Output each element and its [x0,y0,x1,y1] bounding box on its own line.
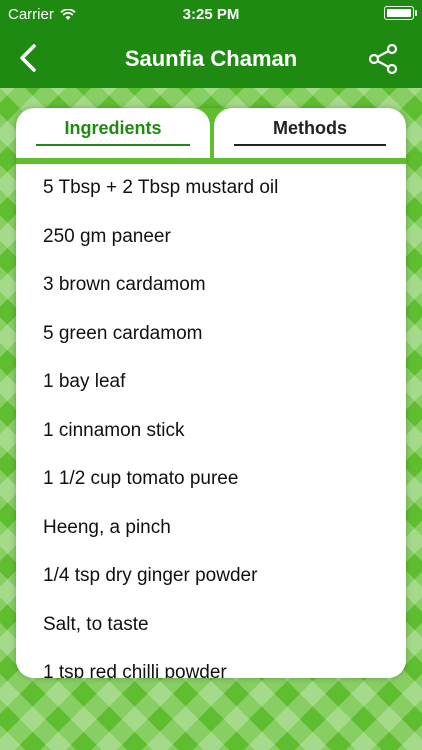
ingredient-list[interactable]: 5 Tbsp + 2 Tbsp mustard oil 250 gm panee… [16,164,406,678]
list-item: 1 bay leaf [43,371,126,393]
list-item: Heeng, a pinch [43,516,171,538]
list-item: 250 gm paneer [43,225,171,247]
tab-ingredients-underline [36,144,190,146]
list-item: 1/4 tsp dry ginger powder [43,565,258,587]
list-item: 1 tsp red chilli powder [43,662,227,678]
tab-ingredients-label: Ingredients [64,118,162,138]
status-time: 3:25 PM [182,6,240,23]
share-icon[interactable] [366,42,400,76]
list-item: 5 green cardamom [43,322,203,344]
page-title: Saunfia Chaman [124,46,298,71]
status-bar: Carrier 3:25 PM [0,0,422,30]
list-item: Salt, to taste [43,613,149,635]
tab-methods-underline [234,144,386,146]
list-item: 3 brown cardamom [43,274,206,296]
tab-methods[interactable]: Methods [214,108,406,158]
list-item: 1 cinnamon stick [43,419,185,441]
recipe-card: Ingredients Methods 5 Tbsp + 2 Tbsp must… [16,108,406,678]
tab-bar: Ingredients Methods [16,108,406,166]
tab-ingredients[interactable]: Ingredients [16,108,210,158]
list-item: 1 1/2 cup tomato puree [43,468,239,490]
status-right [384,6,417,20]
nav-bar: Saunfia Chaman [0,30,422,88]
list-item: 5 Tbsp + 2 Tbsp mustard oil [43,177,279,199]
tab-methods-label: Methods [273,118,347,138]
battery-icon [384,6,417,20]
